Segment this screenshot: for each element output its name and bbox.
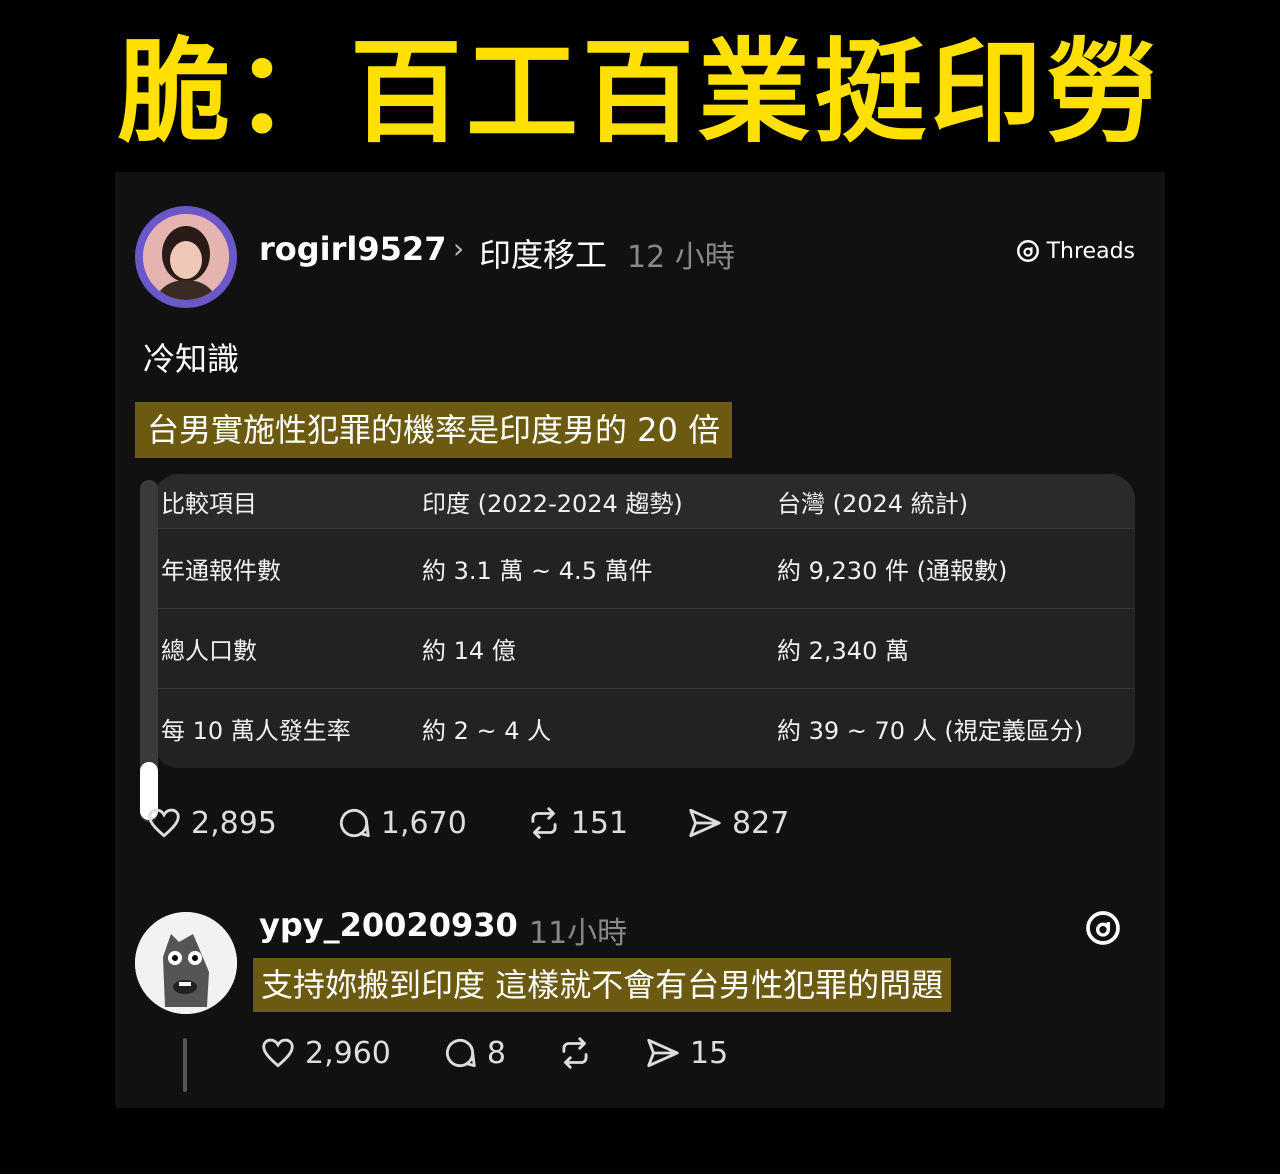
- table-cell: 約 9,230 件 (通報數): [777, 556, 1008, 585]
- share-button[interactable]: 15: [644, 1034, 728, 1072]
- table-cell: 總人口數: [161, 636, 257, 665]
- repost-button[interactable]: 151: [525, 804, 628, 842]
- topic-tag[interactable]: 印度移工: [479, 230, 607, 276]
- table-cell: 年通報件數: [161, 556, 281, 585]
- repost-count: 151: [570, 805, 629, 841]
- like-count: 2,960: [305, 1035, 391, 1071]
- heart-icon: [148, 808, 180, 838]
- threads-icon[interactable]: [1083, 908, 1123, 948]
- reply-avatar[interactable]: [135, 912, 237, 1014]
- table-row: 年通報件數 約 3.1 萬 ~ 4.5 萬件 約 9,230 件 (通報數): [153, 528, 1135, 609]
- post-actions: 2,895 1,670 151 827: [145, 804, 847, 842]
- threads-icon: [1016, 240, 1039, 262]
- profile-photo: [143, 214, 229, 300]
- threads-brand[interactable]: Threads: [1015, 238, 1135, 264]
- send-icon: [647, 1038, 679, 1068]
- share-button[interactable]: 827: [686, 804, 789, 842]
- heart-icon: [262, 1038, 294, 1068]
- post-time: 12 小時: [627, 240, 735, 275]
- reply-count: 1,670: [380, 805, 467, 841]
- reply-actions: 2,960 8 15: [259, 1034, 778, 1072]
- reply-time: 11小時: [529, 916, 628, 951]
- repost-icon: [531, 807, 557, 839]
- like-button[interactable]: 2,960: [259, 1034, 391, 1072]
- table-header: 比較項目: [161, 489, 257, 518]
- table-cell: 每 10 萬人發生率: [161, 716, 351, 745]
- table-row: 總人口數 約 14 億 約 2,340 萬: [153, 608, 1135, 689]
- avatar[interactable]: [135, 206, 237, 308]
- headline: 脆：百工百業挺印勞: [118, 28, 1162, 158]
- reply-button[interactable]: 8: [441, 1034, 506, 1072]
- send-icon: [689, 808, 721, 838]
- table-header: 印度 (2022-2024 趨勢): [422, 489, 683, 518]
- thread-connector-line: [183, 1038, 187, 1092]
- reply-button[interactable]: 1,670: [335, 804, 467, 842]
- share-count: 15: [689, 1035, 729, 1071]
- username[interactable]: rogirl9527: [259, 230, 446, 268]
- share-count: 827: [732, 805, 790, 841]
- like-count: 2,895: [191, 805, 277, 841]
- table-cell: 約 39 ~ 70 人 (視定義區分): [777, 716, 1084, 745]
- thread-card: rogirl9527 › 印度移工 12 小時 Threads 冷知識 台男實施…: [115, 172, 1165, 1108]
- horse-cartoon-avatar: [135, 912, 237, 1014]
- table-header: 台灣 (2024 統計): [777, 489, 969, 518]
- chevron-right-icon: ›: [453, 232, 465, 265]
- table-header-row: 比較項目 印度 (2022-2024 趨勢) 台灣 (2024 統計): [153, 474, 1135, 529]
- table-cell: 約 14 億: [422, 636, 516, 665]
- reply-text: 支持妳搬到印度 這樣就不會有台男性犯罪的問題: [253, 958, 952, 1012]
- highlighted-text: 台男實施性犯罪的機率是印度男的 20 倍: [135, 402, 733, 458]
- comparison-table: 比較項目 印度 (2022-2024 趨勢) 台灣 (2024 統計) 年通報件…: [153, 474, 1135, 768]
- table-cell: 約 3.1 萬 ~ 4.5 萬件: [422, 556, 653, 585]
- table-cell: 約 2 ~ 4 人: [422, 716, 552, 745]
- comment-icon: [339, 808, 370, 838]
- comment-icon: [445, 1038, 476, 1068]
- post-text: 冷知識: [143, 340, 240, 378]
- threads-label: Threads: [1046, 238, 1135, 264]
- repost-icon: [562, 1037, 588, 1069]
- like-button[interactable]: 2,895: [145, 804, 277, 842]
- reply-count: 8: [486, 1035, 506, 1071]
- table-cell: 約 2,340 萬: [777, 636, 909, 665]
- reply-username[interactable]: ypy_20020930: [259, 906, 518, 944]
- table-row: 每 10 萬人發生率 約 2 ~ 4 人 約 39 ~ 70 人 (視定義區分): [153, 688, 1135, 768]
- repost-button[interactable]: [556, 1034, 594, 1072]
